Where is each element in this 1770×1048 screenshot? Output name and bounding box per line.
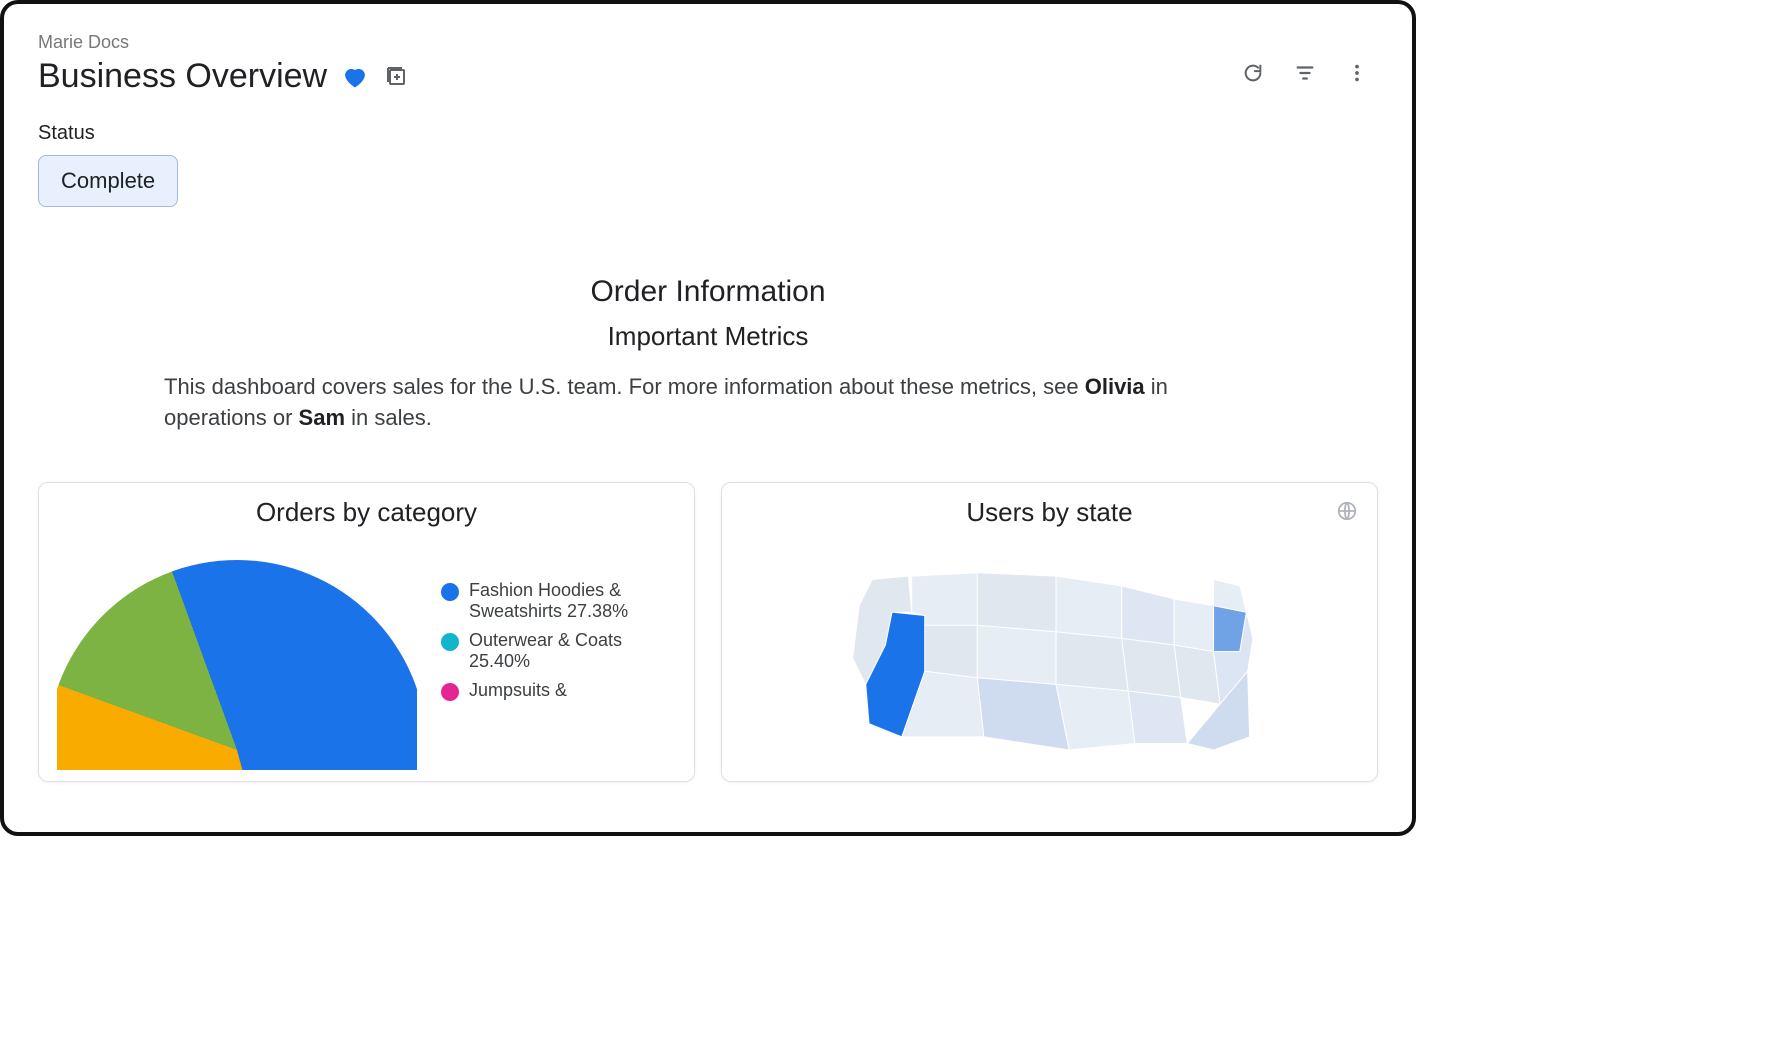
card-orders-by-category[interactable]: Orders by category Fashion Hoodies & Swe…: [38, 482, 695, 782]
intro-heading: Order Information: [164, 275, 1252, 309]
legend-swatch: [441, 683, 459, 701]
page-title: Business Overview: [38, 57, 327, 96]
intro-body-suffix: in sales.: [345, 405, 432, 430]
legend-swatch: [441, 583, 459, 601]
pie-chart: [57, 550, 417, 770]
legend-item: Jumpsuits &: [441, 680, 661, 701]
intro-contact-olivia: Olivia: [1085, 374, 1145, 399]
refresh-icon[interactable]: [1242, 62, 1264, 84]
us-choropleth-map: [740, 540, 1359, 750]
intro-body-prefix: This dashboard covers sales for the U.S.…: [164, 374, 1085, 399]
header: Marie Docs Business Overview: [4, 4, 1412, 96]
intro-subheading: Important Metrics: [164, 321, 1252, 352]
title-row: Business Overview: [38, 57, 411, 96]
legend-item: Outerwear & Coats 25.40%: [441, 630, 661, 672]
header-left: Marie Docs Business Overview: [38, 32, 411, 96]
pie-legend: Fashion Hoodies & Sweatshirts 27.38% Oute…: [441, 550, 661, 701]
cards-row: Orders by category Fashion Hoodies & Swe…: [4, 434, 1412, 782]
breadcrumb[interactable]: Marie Docs: [38, 32, 411, 53]
header-actions: [1242, 62, 1368, 84]
pie-chart-wrap: Fashion Hoodies & Sweatshirts 27.38% Oute…: [57, 540, 676, 770]
status-filter-chip[interactable]: Complete: [38, 155, 178, 207]
filter-icon[interactable]: [1294, 62, 1316, 84]
legend-swatch: [441, 633, 459, 651]
more-vert-icon[interactable]: [1346, 62, 1368, 84]
globe-icon[interactable]: [1333, 497, 1361, 525]
favorite-heart-icon[interactable]: [341, 63, 369, 91]
legend-label: Fashion Hoodies & Sweatshirts 27.38%: [469, 580, 661, 622]
status-filter-label: Status: [38, 122, 1378, 145]
add-to-board-icon[interactable]: [383, 63, 411, 91]
legend-label: Outerwear & Coats 25.40%: [469, 630, 661, 672]
dashboard-frame: Marie Docs Business Overview: [0, 0, 1416, 836]
card-users-by-state[interactable]: Users by state: [721, 482, 1378, 782]
filters: Status Complete: [4, 96, 1412, 207]
intro-section: Order Information Important Metrics This…: [4, 207, 1412, 434]
intro-contact-sam: Sam: [299, 405, 345, 430]
legend-label: Jumpsuits &: [469, 680, 567, 701]
card-title-orders: Orders by category: [57, 497, 676, 528]
card-title-users: Users by state: [740, 497, 1359, 528]
legend-item: Fashion Hoodies & Sweatshirts 27.38%: [441, 580, 661, 622]
intro-body: This dashboard covers sales for the U.S.…: [164, 372, 1252, 434]
